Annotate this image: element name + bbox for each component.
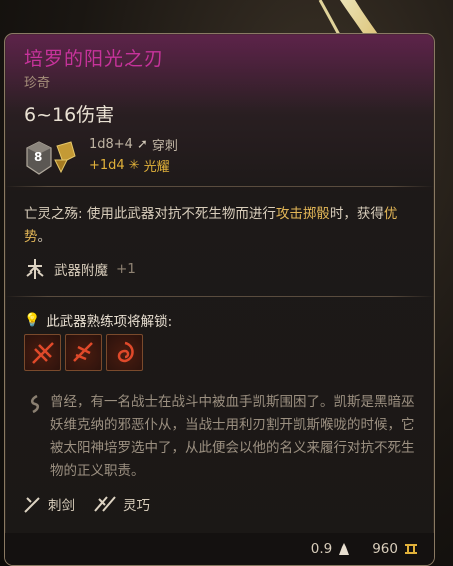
item-damage: 6~16伤害 <box>24 104 115 126</box>
weight-icon <box>339 543 350 555</box>
lore-text: 曾经，有一名战士在战斗中被血手凯斯围困了。凯斯是黑暗巫妖维克纳的邪恶仆从，当战士… <box>50 394 415 479</box>
property-rapier: 刺剑 <box>24 494 75 514</box>
bonus-damage-row: +1d4 ✳ 光耀 <box>89 156 170 175</box>
skill-slot-2[interactable] <box>65 334 102 371</box>
skill-slot-1[interactable] <box>24 334 61 371</box>
gold-icon <box>405 544 417 554</box>
attack-roll-link[interactable]: 攻击掷骰 <box>276 206 330 222</box>
enchantment-row: 武器附魔 +1 <box>24 258 136 280</box>
passive-description: 亡灵之殇: 使用此武器对抗不死生物而进行攻击掷骰时，获得优势。 <box>24 206 398 245</box>
proficiency-title: 此武器熟练项将解锁: <box>46 314 173 330</box>
die-label: 8 <box>34 150 43 164</box>
weapon-properties: 刺剑 灵巧 <box>24 494 150 514</box>
bonus-dice: +1d4 <box>89 158 125 173</box>
bonus-type: 光耀 <box>143 160 170 175</box>
radiant-icon: ✳ <box>128 158 140 173</box>
rapier-icon <box>24 497 40 513</box>
finesse-icon <box>94 496 116 512</box>
slash-skill-icon <box>31 341 54 364</box>
spiral-skill-icon <box>117 341 134 362</box>
item-tooltip: 培罗的阳光之刃 珍奇 6~16伤害 8 1d8+4 ➚ 穿刺 +1d4 ✳ 光耀… <box>4 33 435 566</box>
enchant-value: +1 <box>116 261 136 277</box>
piercing-icon: ➚ <box>136 137 148 152</box>
damage-type: 穿刺 <box>151 139 178 154</box>
proficiency-title-row: 💡 此武器熟练项将解锁: <box>24 310 173 331</box>
base-dice: 1d8+4 <box>89 137 133 152</box>
gold-value: 960 <box>372 541 398 557</box>
footer-values: 0.9 960 <box>311 541 418 557</box>
divider <box>5 186 434 187</box>
proficiency-skills <box>24 334 143 371</box>
base-damage-row: 1d8+4 ➚ 穿刺 <box>89 135 178 154</box>
item-rarity: 珍奇 <box>24 76 51 91</box>
enchant-icon <box>26 259 44 279</box>
property-finesse: 灵巧 <box>93 494 150 514</box>
divider <box>5 296 434 297</box>
quote-icon <box>27 394 43 417</box>
item-name: 培罗的阳光之刃 <box>24 48 165 70</box>
lightbulb-icon: 💡 <box>24 312 41 328</box>
flourish-skill-icon <box>72 341 93 362</box>
enchant-label: 武器附魔 <box>54 263 108 279</box>
weight-value: 0.9 <box>310 541 333 557</box>
skill-slot-3[interactable] <box>106 334 143 371</box>
tooltip-footer: 0.9 960 <box>5 533 434 565</box>
passive-name: 亡灵之殇 <box>24 206 78 222</box>
damage-dice-icon: 8 <box>25 138 77 178</box>
